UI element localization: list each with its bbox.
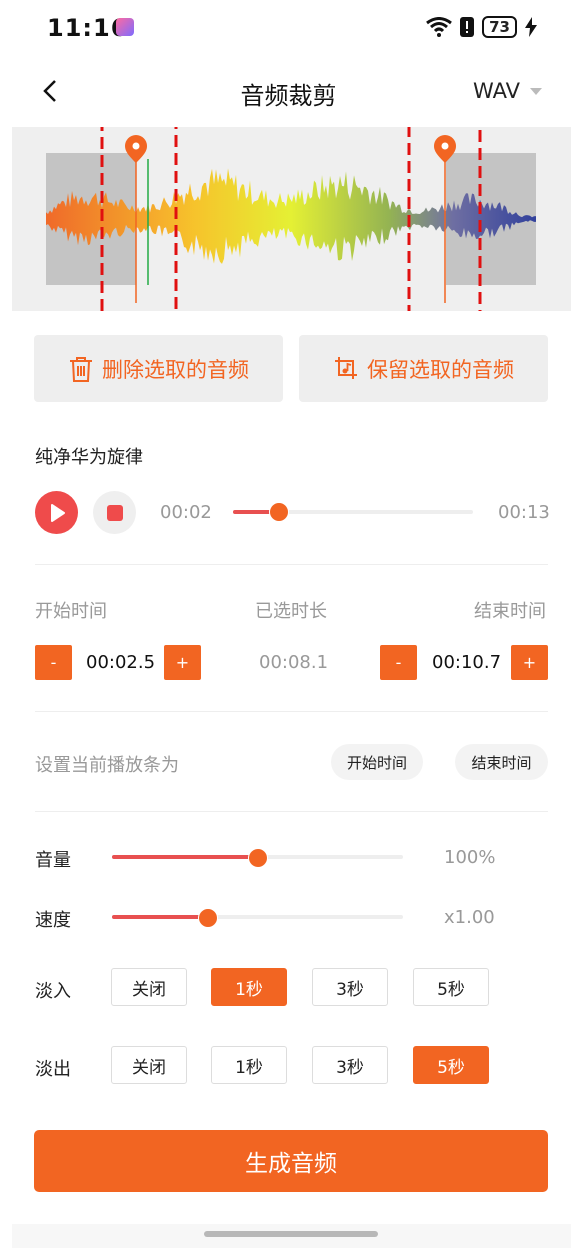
crop-icon <box>335 356 357 379</box>
set-end-time-button[interactable]: 结束时间 <box>455 744 548 780</box>
trash-icon <box>70 356 92 382</box>
set-playbar-label: 设置当前播放条为 <box>35 755 179 776</box>
speed-slider-thumb[interactable] <box>198 908 218 928</box>
end-time-value: 00:10.7 <box>432 652 502 673</box>
delete-selection-button[interactable]: 删除选取的音频 <box>34 335 283 402</box>
volume-slider-fill <box>112 855 258 859</box>
speed-value: x1.00 <box>444 907 495 928</box>
fade-out-option[interactable]: 1秒 <box>211 1046 287 1084</box>
duration-label: 已选时长 <box>255 601 327 622</box>
keep-selection-label: 保留选取的音频 <box>367 357 514 382</box>
fade-in-option[interactable]: 关闭 <box>111 968 187 1006</box>
play-icon <box>50 503 65 522</box>
fade-out-option[interactable]: 5秒 <box>413 1046 489 1084</box>
format-label: WAV <box>472 79 520 103</box>
start-time-decrease-button[interactable]: - <box>35 645 72 680</box>
play-button[interactable] <box>35 491 78 534</box>
duration-value: 00:08.1 <box>259 652 329 673</box>
status-icons: 73 <box>426 16 537 38</box>
divider <box>35 811 548 812</box>
volume-value: 100% <box>444 847 496 868</box>
home-indicator[interactable] <box>204 1231 378 1237</box>
end-time-label: 结束时间 <box>474 601 546 622</box>
fade-in-option[interactable]: 5秒 <box>413 968 489 1006</box>
playback-progress-thumb[interactable] <box>269 502 289 522</box>
format-select[interactable]: WAV <box>473 79 542 103</box>
charging-icon <box>525 17 537 37</box>
dropdown-arrow-icon <box>530 87 542 95</box>
stop-button[interactable] <box>93 491 136 534</box>
divider <box>35 564 548 565</box>
end-time-increase-button[interactable]: + <box>511 645 548 680</box>
fade-in-option[interactable]: 1秒 <box>211 968 287 1006</box>
start-time-increase-button[interactable]: + <box>164 645 201 680</box>
end-time-decrease-button[interactable]: - <box>380 645 417 680</box>
fade-in-option[interactable]: 3秒 <box>312 968 388 1006</box>
set-start-time-button[interactable]: 开始时间 <box>331 744 423 780</box>
fade-out-label: 淡出 <box>35 1059 71 1080</box>
speed-label: 速度 <box>35 910 71 931</box>
stop-icon <box>106 504 123 521</box>
speed-slider-fill <box>112 915 208 919</box>
song-title: 纯净华为旋律 <box>35 447 143 468</box>
battery-indicator: 73 <box>482 16 517 38</box>
current-time: 00:02 <box>160 502 212 523</box>
volume-label: 音量 <box>35 850 71 871</box>
fade-out-option[interactable]: 关闭 <box>111 1046 187 1084</box>
wifi-icon <box>426 17 453 37</box>
alert-icon <box>460 17 475 37</box>
volume-slider-thumb[interactable] <box>248 848 268 868</box>
waveform[interactable] <box>12 127 571 311</box>
total-time: 00:13 <box>498 502 550 523</box>
divider <box>35 711 548 712</box>
generate-audio-button[interactable]: 生成音频 <box>34 1130 548 1192</box>
app-notification-icon <box>116 18 134 36</box>
start-time-value: 00:02.5 <box>86 652 156 673</box>
fade-in-label: 淡入 <box>35 981 71 1002</box>
start-time-label: 开始时间 <box>35 601 107 622</box>
keep-selection-button[interactable]: 保留选取的音频 <box>299 335 548 402</box>
delete-selection-label: 删除选取的音频 <box>102 357 249 382</box>
fade-out-option[interactable]: 3秒 <box>312 1046 388 1084</box>
